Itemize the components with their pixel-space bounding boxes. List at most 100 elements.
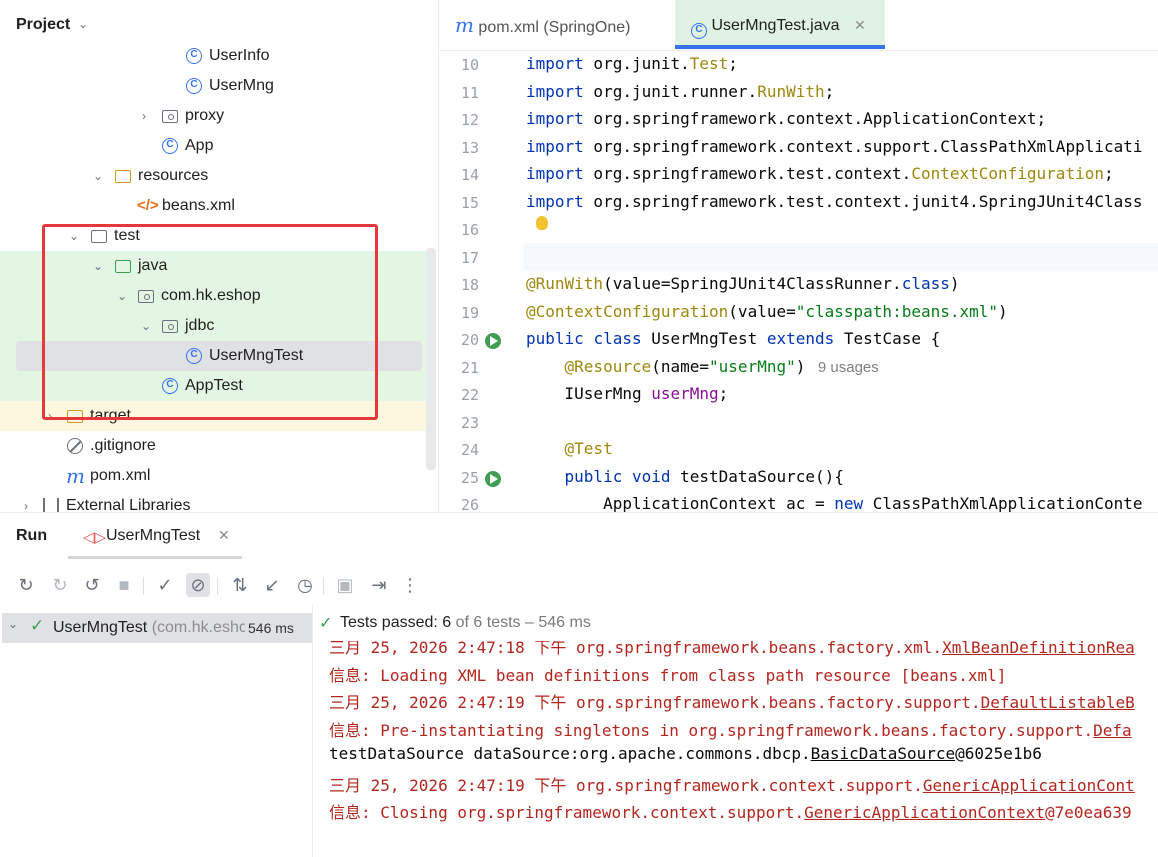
close-icon[interactable]: ✕	[218, 527, 230, 544]
tree-item-gitignore[interactable]: .gitignore	[0, 431, 426, 461]
library-icon	[43, 498, 59, 512]
project-scrollbar[interactable]	[426, 248, 436, 470]
run-test-icon[interactable]	[485, 470, 501, 487]
chevron-right-icon[interactable]: ›	[136, 101, 152, 131]
rerun-icon[interactable]: ↻	[14, 573, 38, 597]
sort-icon[interactable]: ⇅	[228, 573, 252, 597]
run-panel: Run ◁▷ UserMngTest ✕ ↻ ↻ ↺ ■ ✓ ⊘ ⇅ ↙ ◷ ▣…	[0, 512, 1158, 857]
line-number: 23	[460, 413, 479, 432]
line-number: 19	[460, 303, 479, 322]
run-test-icon[interactable]	[485, 333, 501, 349]
code-area[interactable]: 10 import org.junit.Test; 11 import org.jun…	[439, 0, 1158, 512]
line-number: 13	[460, 138, 479, 157]
annotation-highlight-box	[42, 224, 378, 420]
usages-hint[interactable]: 9 usages	[805, 359, 879, 376]
code-line: @Test	[564, 439, 613, 458]
test-tree-item-time: 546 ms	[248, 620, 294, 636]
tree-item-beans-xml[interactable]: </> beans.xml	[0, 191, 426, 221]
code-line: import org.springframework.test.context.…	[526, 191, 1143, 211]
line-number: 20	[460, 331, 479, 349]
line-number: 24	[460, 441, 479, 459]
toolbar-divider	[217, 577, 218, 595]
console-line: 三月 25, 2026 2:47:19 下午 org.springframewo…	[329, 693, 1135, 712]
toolbar-divider	[143, 577, 144, 595]
toggle-auto-test-icon[interactable]: ↺	[80, 573, 104, 597]
collapse-icon[interactable]: ↙	[260, 573, 284, 597]
code-line: ApplicationContext ac = new ClassPathXml…	[526, 494, 1143, 512]
test-run-icon: ◁▷	[83, 529, 107, 546]
run-toolbar: ↻ ↻ ↺ ■ ✓ ⊘ ⇅ ↙ ◷ ▣ ⇥ ⋮	[0, 567, 1158, 603]
status-count: 6	[442, 614, 452, 631]
console-line: 三月 25, 2026 2:47:18 下午 org.springframewo…	[329, 641, 1135, 657]
show-ignored-icon[interactable]: ⊘	[186, 573, 210, 597]
tree-item-label: UserInfo	[209, 47, 270, 64]
maven-icon: m	[66, 464, 85, 488]
tree-item-usermng[interactable]: C UserMng	[0, 71, 426, 101]
code-line: import org.junit.Test;	[526, 54, 738, 73]
tree-item-pom-xml[interactable]: m pom.xml	[0, 461, 426, 491]
code-line: @RunWith(value=SpringJUnit4ClassRunner.c…	[526, 274, 960, 293]
tree-item-label: pom.xml	[90, 467, 151, 484]
project-panel: Project ⌄ C UserInfo C UserMng › proxy C…	[0, 0, 438, 512]
line-number: 26	[460, 496, 479, 512]
code-line: import org.junit.runner.RunWith;	[526, 81, 835, 101]
code-line: @ContextConfiguration(value="classpath:b…	[526, 301, 1008, 321]
line-number: 22	[460, 386, 479, 404]
tree-item-label: resources	[138, 167, 209, 184]
export-icon[interactable]: ⇥	[367, 573, 391, 597]
line-number: 25	[460, 468, 479, 487]
tree-item-external-libraries[interactable]: › External Libraries	[0, 491, 426, 512]
xml-icon: </>	[137, 197, 159, 214]
stop-icon[interactable]: ■	[112, 573, 136, 597]
tree-item-app[interactable]: C App	[0, 131, 426, 161]
test-tree-item-name: UserMngTest	[53, 619, 148, 636]
tree-item-resources[interactable]: ⌄ resources	[0, 161, 426, 191]
code-line: IUserMng userMng;	[526, 384, 729, 403]
editor-panel: m pom.xml (SpringOne) C UserMngTest.java…	[438, 0, 1158, 512]
tree-item-label: App	[185, 137, 214, 154]
line-number: 18	[460, 276, 479, 294]
run-tab-label: UserMngTest	[106, 527, 201, 544]
code-line: public class UserMngTest extends TestCas…	[526, 329, 941, 348]
history-icon[interactable]: ◷	[293, 573, 317, 597]
line-number: 16	[460, 221, 479, 239]
resources-folder-icon	[115, 170, 131, 183]
chevron-down-icon[interactable]: ⌄	[78, 17, 88, 31]
test-tree: ⌄ ✓ UserMngTest (com.hk.eshop 546 ms	[0, 605, 313, 857]
rerun-failed-icon[interactable]: ↻	[48, 573, 72, 597]
test-status-bar: ✓ Tests passed: 6 of 6 tests – 546 ms	[313, 605, 1158, 639]
tree-item-userinfo[interactable]: C UserInfo	[0, 41, 426, 71]
line-number: 21	[460, 358, 479, 377]
ignore-icon	[67, 438, 83, 454]
tree-item-proxy[interactable]: › proxy	[0, 101, 426, 131]
console-line: 三月 25, 2026 2:47:19 下午 org.springframewo…	[329, 775, 1135, 795]
project-title[interactable]: Project	[16, 16, 70, 34]
test-tree-item[interactable]: ⌄ ✓ UserMngTest (com.hk.eshop 546 ms	[2, 613, 312, 643]
camera-icon[interactable]: ▣	[333, 573, 357, 597]
show-passed-icon[interactable]: ✓	[153, 573, 177, 597]
console-line: testDataSource dataSource:org.apache.com…	[329, 744, 1042, 763]
console-line: 信息: Pre-instantiating singletons in org.…	[329, 720, 1132, 740]
code-line: public void testDataSource(){	[564, 466, 844, 486]
chevron-down-icon[interactable]: ⌄	[90, 161, 106, 191]
code-line: import org.springframework.test.context.…	[526, 164, 1114, 183]
tree-item-label: UserMng	[209, 77, 274, 94]
console-output[interactable]: 三月 25, 2026 2:47:18 下午 org.springframewo…	[313, 641, 1158, 857]
code-line: import org.springframework.context.suppo…	[526, 136, 1143, 156]
status-prefix: Tests passed:	[340, 614, 443, 631]
toolbar-divider	[323, 577, 324, 595]
passed-check-icon: ✓	[319, 615, 333, 632]
chevron-right-icon[interactable]: ›	[18, 491, 34, 512]
class-icon: C	[186, 48, 202, 64]
tree-item-label: External Libraries	[66, 497, 191, 512]
passed-check-icon: ✓	[30, 616, 45, 635]
status-suffix: of 6 tests – 546 ms	[451, 614, 591, 631]
package-icon	[162, 110, 178, 123]
chevron-down-icon[interactable]: ⌄	[8, 617, 18, 631]
runnable-class-icon: C	[162, 138, 178, 154]
line-number: 17	[460, 248, 479, 267]
line-number: 12	[460, 111, 479, 129]
more-icon[interactable]: ⋮	[398, 573, 422, 597]
tree-item-label: proxy	[185, 107, 225, 124]
code-line: @Resource(name="userMng") 9 usages	[564, 356, 879, 376]
